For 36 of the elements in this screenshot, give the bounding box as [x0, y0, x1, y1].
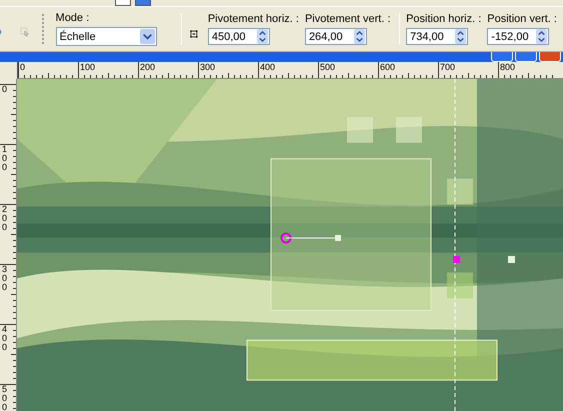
- field-label: Position vert. :: [487, 13, 557, 25]
- spinner-arrows-icon[interactable]: [256, 29, 268, 44]
- ruler-label: 400: [2, 325, 8, 352]
- spinner-arrows-icon[interactable]: [455, 29, 466, 44]
- number-field[interactable]: 450,00: [208, 28, 270, 45]
- close-button[interactable]: [539, 52, 561, 62]
- ruler-label: 800: [500, 63, 516, 72]
- handle-icon[interactable]: [453, 256, 460, 263]
- ruler-label: 100: [2, 145, 8, 172]
- ruler-label: 100: [80, 63, 96, 72]
- spinner-arrows-icon[interactable]: [354, 29, 365, 44]
- ruler-label: 0: [2, 85, 8, 94]
- spinner-arrows-icon[interactable]: [536, 29, 548, 44]
- ruler-label: 300: [200, 63, 216, 72]
- field-label: Position horiz. :: [406, 13, 482, 25]
- ruler-label: 400: [260, 63, 276, 72]
- ruler-label: 200: [2, 205, 8, 232]
- ruler-label: 300: [2, 265, 8, 292]
- field-label: Pivotement vert. :: [304, 13, 391, 25]
- field-label: Pivotement horiz. :: [208, 13, 299, 25]
- mode-dropdown[interactable]: Échelle: [56, 27, 157, 46]
- maximize-button[interactable]: [515, 52, 537, 62]
- ruler-label: 600: [380, 63, 396, 72]
- ruler-label: 0: [20, 63, 26, 72]
- rotation-handle-icon[interactable]: [280, 232, 342, 244]
- number-field[interactable]: 734,00: [406, 28, 468, 45]
- minimize-button[interactable]: [491, 52, 513, 62]
- ruler-label: 200: [140, 63, 156, 72]
- ruler-label: 500: [320, 63, 336, 72]
- mode-label: Mode :: [56, 12, 90, 24]
- ruler-label: 500: [2, 385, 8, 411]
- ruler-label: 700: [440, 63, 456, 72]
- number-field[interactable]: -152,00: [487, 28, 550, 45]
- handle-icon[interactable]: [508, 256, 515, 263]
- number-field[interactable]: 264,00: [304, 28, 367, 45]
- toolbar-button[interactable]: [115, 0, 131, 6]
